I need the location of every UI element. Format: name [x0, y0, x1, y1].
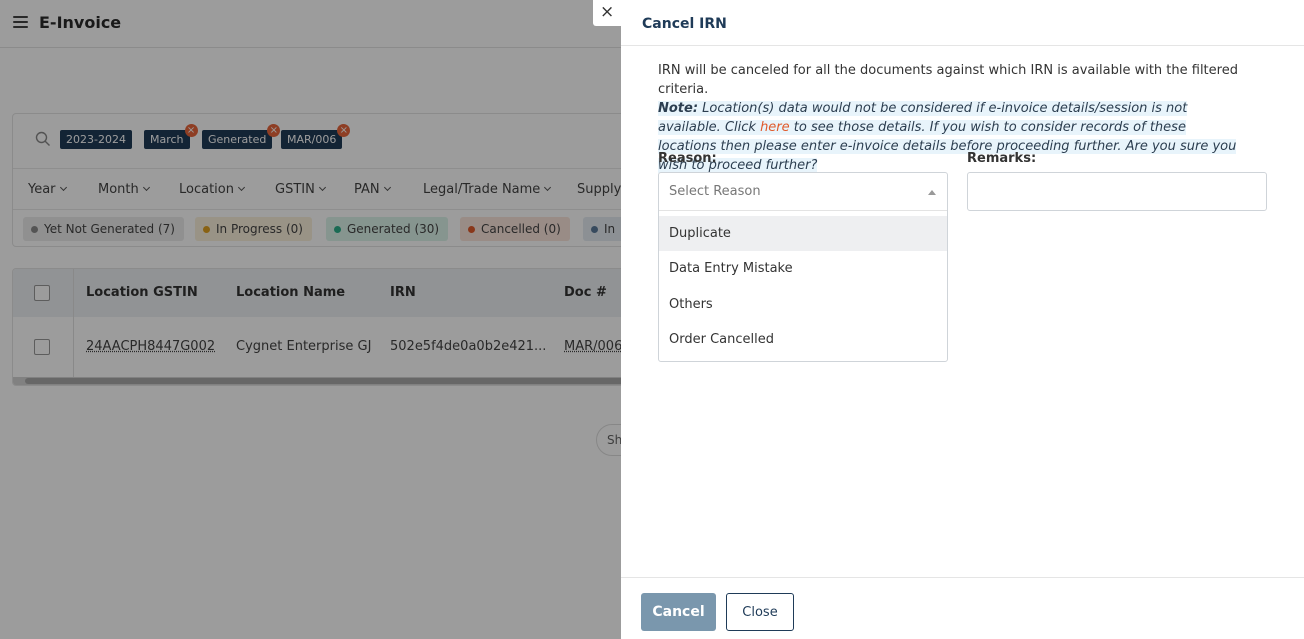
reason-placeholder: Select Reason: [669, 184, 761, 199]
drawer-close-button[interactable]: ×: [593, 0, 621, 26]
drawer-title: Cancel IRN: [642, 16, 727, 32]
cancel-irn-drawer: Cancel IRN IRN will be canceled for all …: [621, 0, 1304, 639]
drawer-footer: Cancel Close: [621, 577, 1304, 639]
close-icon: ×: [600, 2, 615, 22]
reason-select[interactable]: Select Reason Duplicate Data Entry Mista…: [658, 172, 948, 362]
remarks-label: Remarks:: [967, 151, 1037, 166]
note-label: Note:: [658, 101, 699, 116]
reason-select-head[interactable]: Select Reason: [659, 173, 947, 211]
reason-option-others[interactable]: Others: [659, 287, 947, 322]
drawer-header: Cancel IRN: [621, 0, 1304, 46]
close-button[interactable]: Close: [726, 593, 794, 631]
reason-option-data-entry-mistake[interactable]: Data Entry Mistake: [659, 251, 947, 286]
note-text: Note: Location(s) data would not be cons…: [658, 101, 1237, 173]
reason-option-duplicate[interactable]: Duplicate: [659, 216, 947, 251]
reason-option-order-cancelled[interactable]: Order Cancelled: [659, 322, 947, 357]
info-text: IRN will be canceled for all the documen…: [658, 61, 1248, 175]
info-message: IRN will be canceled for all the documen…: [658, 63, 1238, 97]
here-link[interactable]: here: [760, 120, 790, 135]
remarks-input[interactable]: [967, 172, 1267, 211]
reason-label: Reason:: [658, 151, 717, 166]
chevron-up-icon: [928, 190, 936, 195]
cancel-irn-button[interactable]: Cancel: [641, 593, 716, 631]
